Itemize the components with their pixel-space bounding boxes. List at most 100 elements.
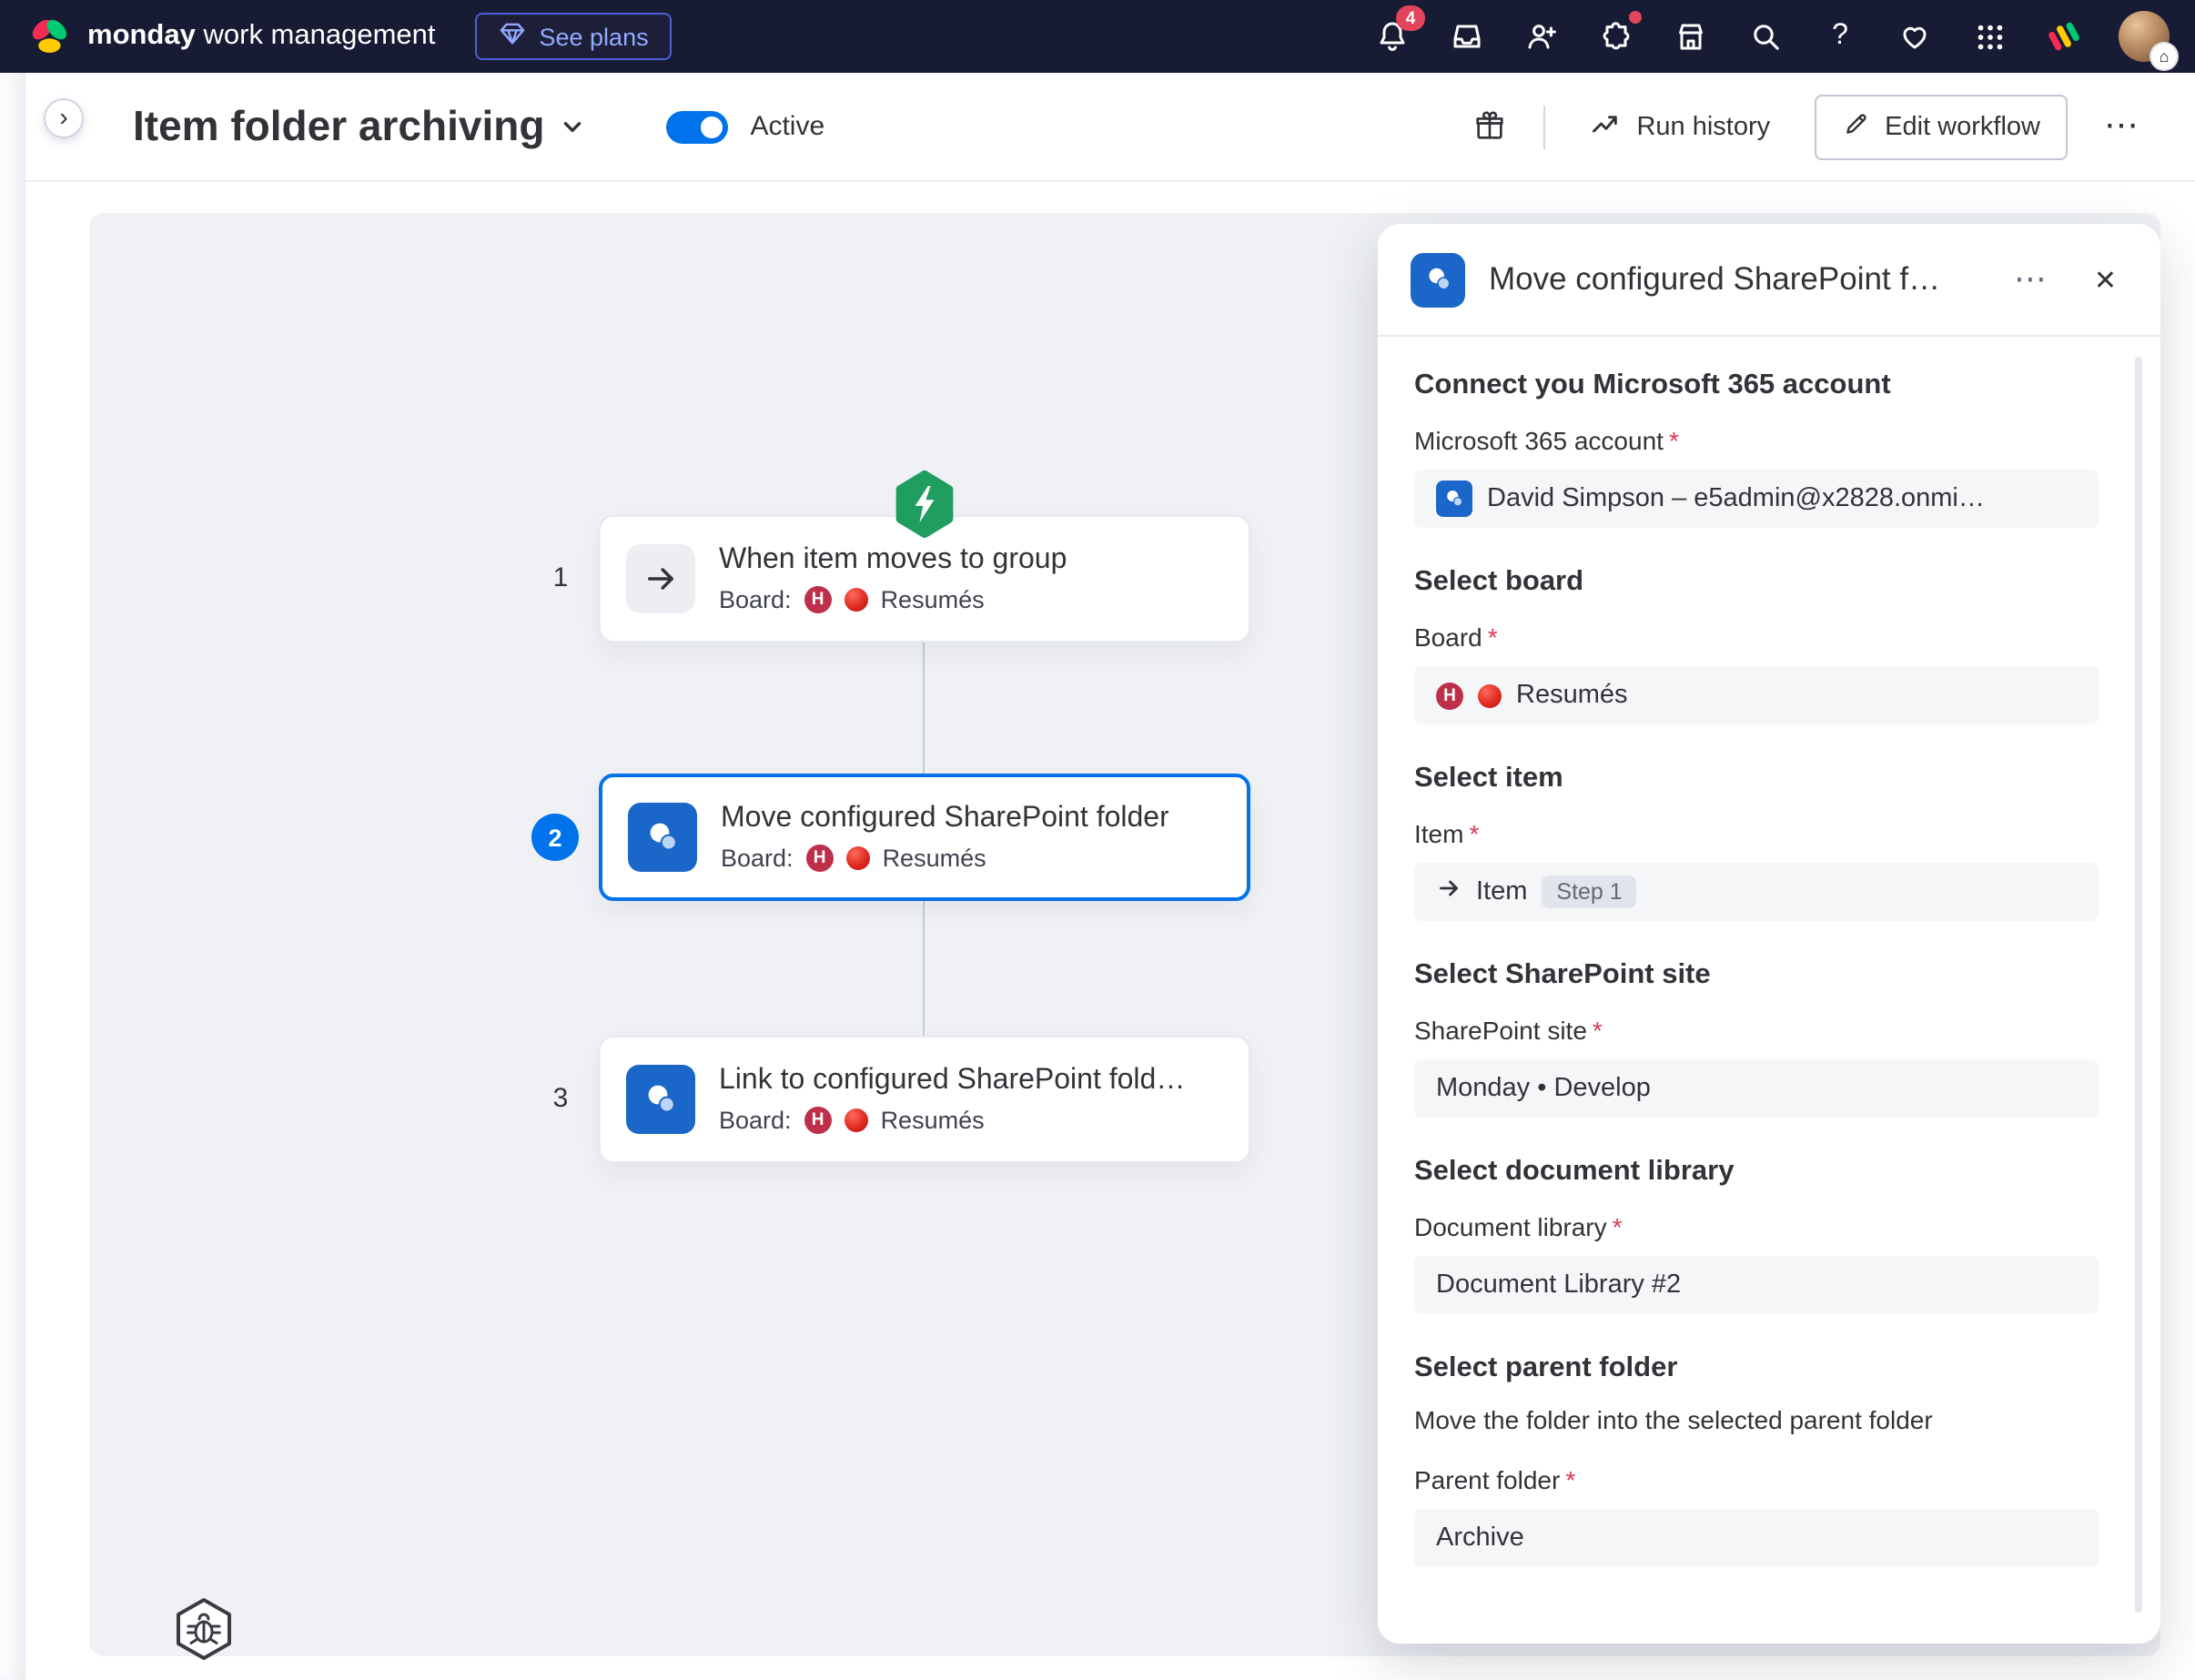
work-management-product-icon[interactable] bbox=[2044, 16, 2084, 56]
panel-title: Move configured SharePoint f… bbox=[1489, 260, 1979, 299]
step-1-title: When item moves to group bbox=[719, 544, 1067, 577]
red-circle-icon bbox=[1478, 683, 1502, 707]
help-glyph: ? bbox=[1832, 20, 1848, 53]
step-3-number: 3 bbox=[537, 1083, 584, 1114]
field-value: Monday • Develop bbox=[1436, 1074, 1651, 1103]
step-2-title: Move configured SharePoint folder bbox=[721, 803, 1169, 835]
board-name: Resumés bbox=[881, 1107, 985, 1134]
active-toggle-label: Active bbox=[750, 111, 824, 142]
notifications-bell-icon[interactable]: 4 bbox=[1372, 16, 1412, 56]
microsoft-account-field[interactable]: David Simpson – e5admin@x2828.onmi… bbox=[1414, 470, 2099, 528]
step-3-board-row: Board: H Resumés bbox=[719, 1107, 1185, 1134]
invite-members-icon[interactable] bbox=[1522, 16, 1562, 56]
whats-new-heart-icon[interactable] bbox=[1895, 16, 1935, 56]
panel-scrollbar[interactable] bbox=[2135, 357, 2142, 1613]
label-text: Item bbox=[1414, 819, 1463, 848]
card-texts: When item moves to group Board: H Resumé… bbox=[719, 544, 1067, 613]
board-label: Board: bbox=[719, 586, 792, 613]
collapsed-left-panel bbox=[0, 73, 25, 1680]
field-value: Document Library #2 bbox=[1436, 1270, 1681, 1300]
header-actions: Run history Edit workflow ⋯ bbox=[1463, 94, 2148, 159]
red-circle-icon bbox=[845, 1108, 868, 1132]
board-field[interactable]: H Resumés bbox=[1414, 666, 2099, 724]
section-heading: Select board bbox=[1414, 566, 2099, 599]
board-avatar-badge: H bbox=[804, 1107, 832, 1134]
marketplace-icon[interactable] bbox=[1671, 16, 1711, 56]
sharepoint-icon bbox=[626, 1065, 695, 1134]
field-value: Resumés bbox=[1516, 681, 1628, 710]
step-reference-chip: Step 1 bbox=[1542, 875, 1636, 908]
search-icon[interactable] bbox=[1745, 16, 1785, 56]
workflow-title-dropdown[interactable]: Item folder archiving bbox=[133, 102, 586, 151]
run-history-button[interactable]: Run history bbox=[1574, 96, 1785, 157]
step-card-move-folder[interactable]: Move configured SharePoint folder Board:… bbox=[599, 774, 1250, 901]
chevron-right-icon: › bbox=[59, 102, 67, 131]
section-heading: Select SharePoint site bbox=[1414, 959, 2099, 992]
red-circle-icon bbox=[846, 846, 870, 870]
required-mark: * bbox=[1488, 622, 1498, 652]
parent-folder-field[interactable]: Archive bbox=[1414, 1509, 2099, 1567]
product-switcher-grid-icon[interactable] bbox=[1969, 16, 2009, 56]
panel-more-menu[interactable]: ⋯ bbox=[2003, 257, 2059, 302]
chevron-down-icon bbox=[559, 102, 586, 151]
item-field[interactable]: Item Step 1 bbox=[1414, 863, 2099, 921]
section-heading: Connect you Microsoft 365 account bbox=[1414, 369, 2099, 402]
field-label: Parent folder* bbox=[1414, 1465, 2099, 1494]
board-name: Resumés bbox=[881, 586, 985, 613]
topbar: monday work management See plans 4 bbox=[0, 0, 2195, 73]
sharepoint-site-field[interactable]: Monday • Develop bbox=[1414, 1059, 2099, 1118]
section-heading: Select document library bbox=[1414, 1156, 2099, 1189]
move-to-group-arrow-icon bbox=[626, 544, 695, 613]
brand-title[interactable]: monday work management bbox=[87, 20, 436, 53]
edit-workflow-button[interactable]: Edit workflow bbox=[1814, 94, 2068, 159]
pencil-icon bbox=[1841, 108, 1870, 145]
header-divider bbox=[1543, 105, 1545, 148]
field-label: Board* bbox=[1414, 622, 2099, 652]
close-icon[interactable]: ✕ bbox=[2083, 259, 2128, 299]
inbox-icon[interactable] bbox=[1447, 16, 1487, 56]
section-account: Connect you Microsoft 365 account Micros… bbox=[1414, 369, 2099, 528]
header-more-menu[interactable]: ⋯ bbox=[2097, 106, 2148, 147]
step-1-board-row: Board: H Resumés bbox=[719, 586, 1067, 613]
workflow-header: Item folder archiving Active bbox=[25, 73, 2195, 182]
section-board: Select board Board* H Resumés bbox=[1414, 566, 2099, 724]
field-label: SharePoint site* bbox=[1414, 1016, 2099, 1045]
step-card-link-folder[interactable]: Link to configured SharePoint fold… Boar… bbox=[599, 1036, 1250, 1163]
field-value: Item bbox=[1476, 877, 1527, 906]
step-config-panel: Move configured SharePoint f… ⋯ ✕ Connec… bbox=[1378, 224, 2160, 1644]
see-plans-label: See plans bbox=[540, 23, 649, 50]
board-name: Resumés bbox=[883, 845, 986, 872]
arrow-right-icon bbox=[1436, 875, 1462, 908]
document-library-field[interactable]: Document Library #2 bbox=[1414, 1256, 2099, 1314]
monday-logo-icon[interactable] bbox=[25, 13, 73, 60]
board-label: Board: bbox=[721, 845, 794, 872]
expand-left-panel-button[interactable]: › bbox=[44, 98, 84, 138]
active-toggle[interactable] bbox=[666, 110, 728, 143]
field-label: Document library* bbox=[1414, 1212, 2099, 1241]
gift-icon[interactable] bbox=[1463, 101, 1514, 152]
diamond-icon bbox=[500, 22, 527, 51]
label-text: Parent folder bbox=[1414, 1465, 1560, 1494]
required-mark: * bbox=[1565, 1465, 1575, 1494]
board-avatar-badge: H bbox=[804, 586, 832, 613]
page-title: Item folder archiving bbox=[133, 102, 544, 151]
help-icon[interactable]: ? bbox=[1820, 16, 1860, 56]
section-site: Select SharePoint site SharePoint site* … bbox=[1414, 959, 2099, 1118]
see-plans-button[interactable]: See plans bbox=[476, 13, 673, 60]
apps-puzzle-icon[interactable] bbox=[1596, 16, 1636, 56]
card-texts: Move configured SharePoint folder Board:… bbox=[721, 803, 1169, 872]
user-avatar[interactable]: ⌂ bbox=[2119, 11, 2170, 62]
connector-step2-step3 bbox=[923, 901, 925, 1036]
debug-bug-button[interactable] bbox=[167, 1593, 240, 1665]
section-heading: Select parent folder bbox=[1414, 1352, 2099, 1385]
section-parent-folder: Select parent folder Move the folder int… bbox=[1414, 1352, 2099, 1567]
active-toggle-group: Active bbox=[666, 110, 824, 143]
section-library: Select document library Document library… bbox=[1414, 1156, 2099, 1314]
topbar-actions: 4 bbox=[1372, 11, 2170, 62]
board-avatar-badge: H bbox=[806, 845, 834, 872]
connector-step1-step2 bbox=[923, 643, 925, 774]
field-value: Archive bbox=[1436, 1523, 1524, 1553]
board-label: Board: bbox=[719, 1107, 792, 1134]
field-label: Item* bbox=[1414, 819, 2099, 848]
required-mark: * bbox=[1593, 1016, 1603, 1045]
